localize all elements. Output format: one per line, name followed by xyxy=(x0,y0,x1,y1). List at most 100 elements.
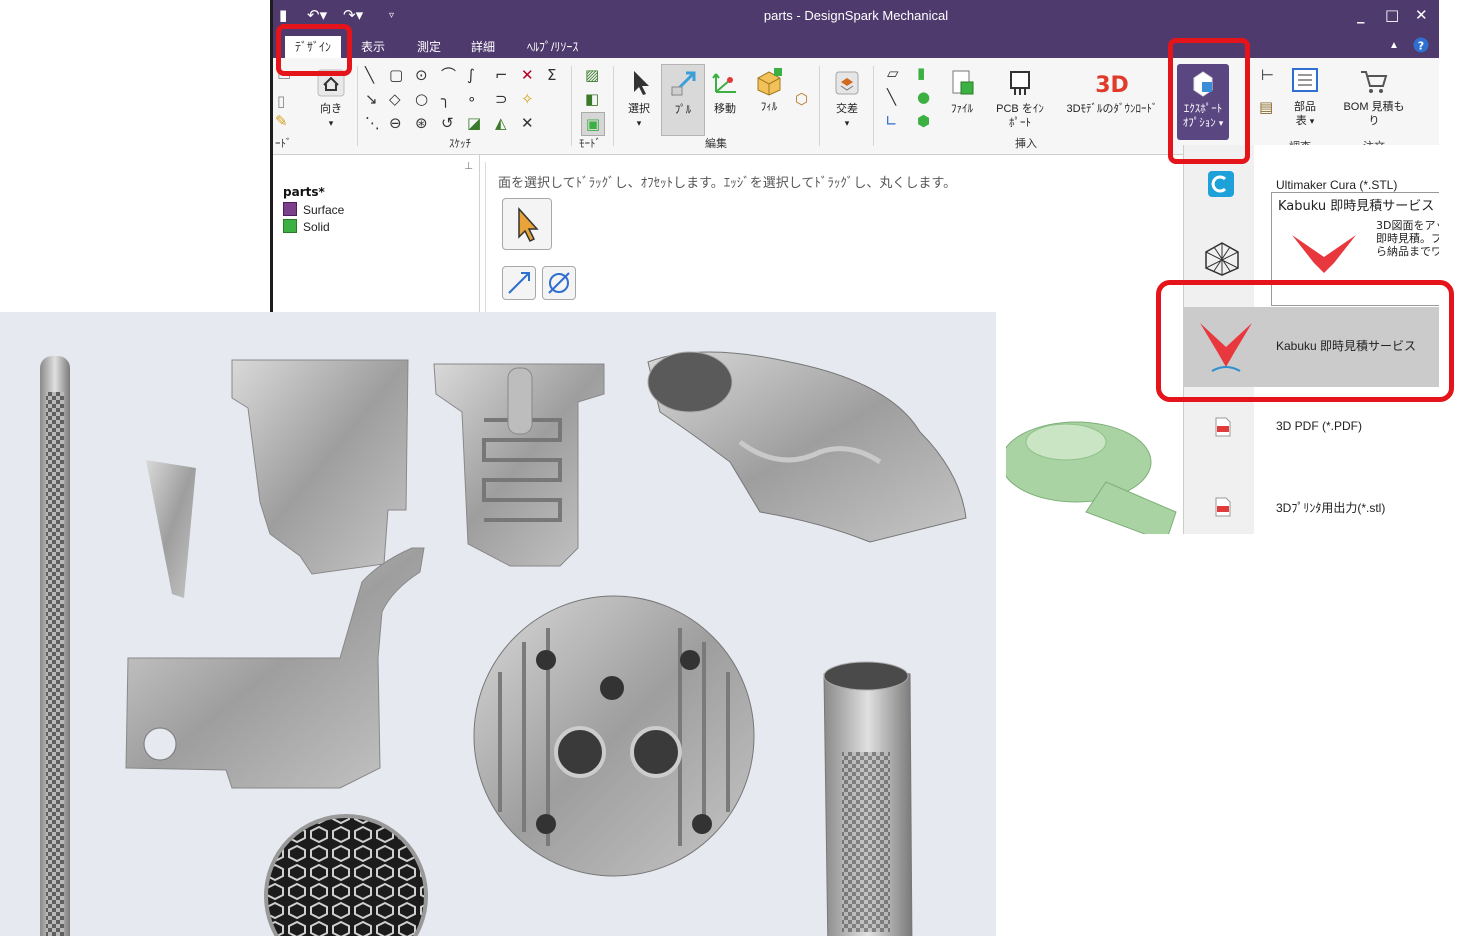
select-cursor-icon xyxy=(518,207,539,243)
parts-table-icon xyxy=(1290,66,1320,96)
tab-view[interactable]: 表示 xyxy=(361,38,385,55)
slotted-tube-part xyxy=(823,661,913,936)
spline-tool-icon[interactable]: ∫ xyxy=(467,68,475,83)
3d-model-download-icon: 3D xyxy=(1092,68,1132,98)
arm-hole xyxy=(143,727,177,761)
close-button[interactable]: ✕ xyxy=(1415,6,1428,24)
select-tool-guide[interactable] xyxy=(502,198,552,250)
tangent-arc-icon[interactable]: ╮ xyxy=(441,92,450,107)
tree-item-surface[interactable]: Surface xyxy=(283,202,344,217)
format-painter-icon[interactable]: ✎ xyxy=(275,114,288,129)
split-curve-icon[interactable]: ◭ xyxy=(495,116,507,131)
polygon-tool-icon[interactable]: ⊛ xyxy=(415,116,428,131)
rectangle-tool-icon[interactable]: ▢ xyxy=(389,68,403,83)
orient-button[interactable]: 向き ▾ xyxy=(311,68,351,130)
caliper-icon[interactable]: ⊢ xyxy=(1261,68,1274,83)
shape-icon[interactable]: ⬢ xyxy=(917,114,930,129)
parts-table-button[interactable]: 部品表 ▾ xyxy=(1285,66,1325,128)
sum-tool-icon[interactable]: Σ xyxy=(547,68,556,83)
help-icon[interactable]: ? xyxy=(1413,37,1429,56)
pcb-import-button[interactable]: PCB をｲﾝ ﾎﾟｰﾄ xyxy=(989,68,1051,130)
cylinder-head-part xyxy=(473,595,755,877)
select-button[interactable]: 選択 ▾ xyxy=(619,68,659,130)
tooltip-description: 3D図面をアップ 即時見積。プラ ら納品までワン xyxy=(1376,219,1439,258)
intersect-button[interactable]: 交差 ▾ xyxy=(825,68,869,130)
offset-curve-icon[interactable]: ⊃ xyxy=(495,92,508,107)
maximize-button[interactable]: □ xyxy=(1385,6,1399,24)
pin-icon[interactable]: ⊥ xyxy=(464,161,473,172)
highlight-design-tab xyxy=(276,24,352,76)
menu-item-3d-printer[interactable]: 3Dﾌﾟﾘﾝﾀ用出力(*.stl) xyxy=(1276,499,1385,516)
move-label: 移動 xyxy=(714,103,736,115)
pdf-file-icon xyxy=(1214,417,1232,441)
section-mode-icon[interactable]: ◧ xyxy=(585,92,599,107)
svg-text:?: ? xyxy=(1418,40,1424,53)
clipboard-group-label: ｰﾄﾞ xyxy=(275,138,292,150)
three-point-rect-icon[interactable]: ◇ xyxy=(389,92,401,107)
window-title: parts - DesignSpark Mechanical xyxy=(763,8,949,23)
file-label: ﾌｧｲﾙ xyxy=(951,103,973,115)
construction-line-icon[interactable]: ⋱ xyxy=(365,116,380,131)
line-tool-icon[interactable]: ╲ xyxy=(365,68,374,83)
move-icon xyxy=(710,68,740,98)
extend-tool-icon[interactable]: ✕ xyxy=(521,116,534,131)
pull-button[interactable]: ﾌﾟﾙ xyxy=(661,64,705,136)
highlight-export-button xyxy=(1168,38,1250,164)
fill-label: ﾌｨﾙ xyxy=(760,101,778,113)
3d-mode-icon[interactable]: ▣ xyxy=(581,112,605,136)
sketch-mode-icon[interactable]: ▨ xyxy=(585,68,599,83)
pull-icon xyxy=(668,69,698,99)
highlight-kabuku-item xyxy=(1156,280,1454,402)
origin-icon[interactable]: ∟ xyxy=(885,114,898,129)
cylinder-icon[interactable]: ▮ xyxy=(917,66,925,81)
tooltip-line-2: 即時見積。プラ xyxy=(1376,232,1439,245)
sweep-arc-icon[interactable]: ↺ xyxy=(441,116,454,131)
insert-group-label: 挿入 xyxy=(1015,138,1037,150)
intersect-label: 交差 xyxy=(836,103,858,115)
sphere-icon[interactable]: ● xyxy=(917,90,930,105)
move-button[interactable]: 移動 xyxy=(705,68,745,116)
tree-root[interactable]: parts* xyxy=(283,185,325,199)
tab-help-resources[interactable]: ﾍﾙﾌﾟ/ﾘｿｰｽ xyxy=(527,38,578,55)
3d-model[interactable] xyxy=(1000,412,1186,534)
axis-icon[interactable]: ╲ xyxy=(887,90,896,105)
pcb-label-2: ﾎﾟｰﾄ xyxy=(1009,117,1031,129)
report-icon[interactable]: ▤ xyxy=(1259,100,1273,115)
revolve-guide[interactable] xyxy=(542,266,576,300)
tree-item-solid[interactable]: Solid xyxy=(283,219,330,234)
menu-item-cura[interactable]: Ultimaker Cura (*.STL) xyxy=(1276,178,1397,192)
insert-file-button[interactable]: ﾌｧｲﾙ xyxy=(941,68,983,116)
tab-measure[interactable]: 測定 xyxy=(417,38,441,55)
tooltip-title: Kabuku 即時見積サービス xyxy=(1278,199,1435,214)
tooltip-line-1: 3D図面をアップ xyxy=(1376,219,1439,232)
trim-tool-icon[interactable]: ✕ xyxy=(521,68,534,83)
solid-icon xyxy=(283,219,297,233)
cura-icon xyxy=(1208,171,1234,201)
tab-detail[interactable]: 詳細 xyxy=(471,38,495,55)
fill-button[interactable]: ﾌｨﾙ xyxy=(749,66,789,114)
ellipse-tool-icon[interactable]: ○ xyxy=(415,92,428,107)
canvas-hint: 面を選択してﾄﾞﾗｯｸﾞし、ｵﾌｾｯﾄします。ｴｯｼﾞを選択してﾄﾞﾗｯｸﾞし、… xyxy=(498,175,957,190)
arc-tool-icon[interactable]: ⌒ xyxy=(441,68,456,83)
menu-item-3d-pdf[interactable]: 3D PDF (*.PDF) xyxy=(1276,419,1362,433)
plane-icon[interactable]: ▱ xyxy=(887,66,899,81)
circle-tool-icon[interactable]: ⊙ xyxy=(415,68,428,83)
minimize-button[interactable]: _ xyxy=(1357,6,1365,24)
point-tool-icon[interactable]: ∘ xyxy=(467,92,476,107)
edit-group-label: 編集 xyxy=(705,138,727,150)
collapse-ribbon-icon[interactable]: ▲ xyxy=(1389,40,1399,51)
slot-tool-icon[interactable]: ⊖ xyxy=(389,116,402,131)
shell-icon[interactable]: ⬡ xyxy=(795,92,808,107)
corner-tool-icon[interactable]: ⌐ xyxy=(495,68,508,83)
lattice-rod xyxy=(40,356,70,936)
project-tool-icon[interactable]: ◪ xyxy=(467,116,481,131)
pull-direction-guide[interactable] xyxy=(502,266,536,300)
tangent-line-icon[interactable]: ↘ xyxy=(365,92,378,107)
download-3d-model-button[interactable]: 3D 3Dﾓﾃﾞﾙのﾀﾞｳﾝﾛｰﾄﾞ xyxy=(1057,68,1167,116)
tree-item-label: Solid xyxy=(303,220,330,234)
bom-quote-button[interactable]: BOM 見積もり xyxy=(1337,66,1411,128)
bend-tool-icon[interactable]: ✧ xyxy=(521,92,534,107)
menu-tab-bar: ﾃﾞｻﾞｲﾝ 表示 測定 詳細 ﾍﾙﾌﾟ/ﾘｿｰｽ ▲ ? xyxy=(273,32,1439,61)
lattice-icon xyxy=(1204,241,1240,281)
copy-icon[interactable]: ▯ xyxy=(277,94,285,109)
